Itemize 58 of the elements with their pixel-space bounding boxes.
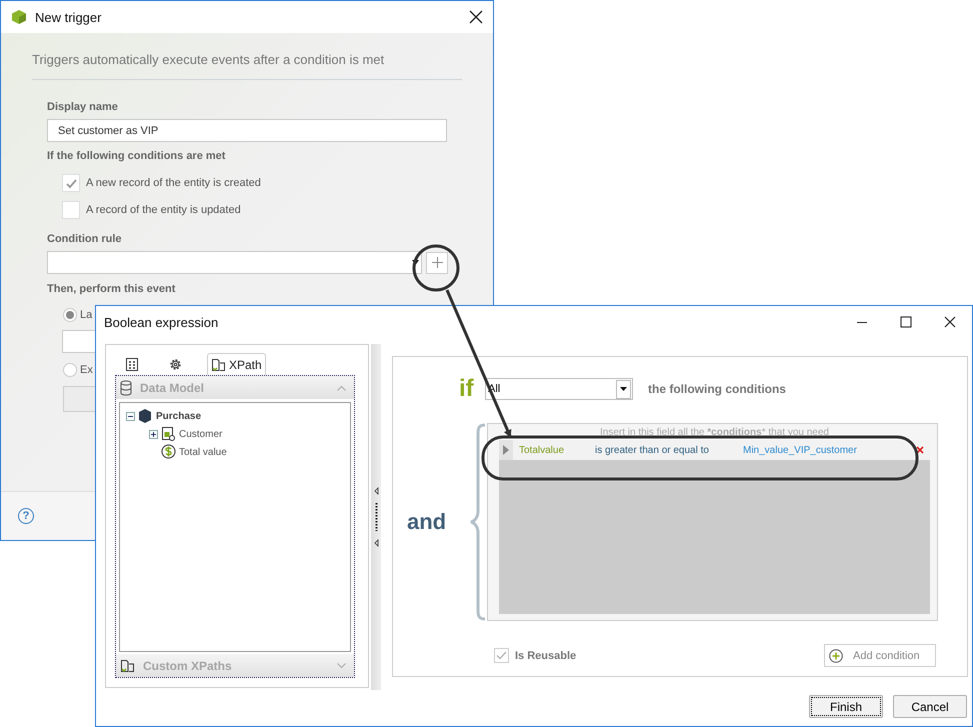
check-icon: [64, 178, 78, 188]
callout-circle: [412, 244, 460, 292]
dollar-icon: [161, 444, 176, 460]
cube-icon: [11, 9, 27, 25]
dialog-button[interactable]: Finish: [809, 695, 883, 718]
conditions-label: the following conditions: [648, 382, 786, 396]
section-label: Then, perform this event: [47, 283, 176, 295]
settings-icon: [168, 357, 183, 372]
tree-item[interactable]: Customer: [179, 428, 222, 440]
description-text: Triggers automatically execute events after a condition is met: [32, 52, 386, 67]
if-keyword: if: [459, 377, 475, 401]
splitter-handle[interactable]: [371, 344, 381, 690]
checkbox[interactable]: [494, 648, 509, 663]
grid-icon: [125, 357, 140, 372]
dropdown-field[interactable]: [47, 251, 422, 274]
tree-item[interactable]: Purchase: [156, 410, 202, 422]
document-icon: [211, 357, 226, 372]
dialog-button[interactable]: Cancel: [893, 695, 967, 718]
radio-label: La: [80, 309, 92, 321]
dropdown-arrow-icon: [620, 387, 627, 391]
add-button[interactable]: [426, 252, 448, 274]
input-field[interactable]: Set customer as VIP: [47, 119, 447, 142]
tab[interactable]: XPath: [207, 353, 266, 375]
plus-icon: [432, 257, 442, 268]
plus-icon: [829, 648, 843, 662]
database-icon: [120, 380, 132, 396]
radio-button[interactable]: [63, 363, 77, 377]
add-condition-button[interactable]: Add condition: [824, 644, 936, 667]
checkbox-label: A new record of the entity is created: [86, 177, 261, 189]
expand-icon[interactable]: [503, 445, 509, 455]
section-label: If the following conditions are met: [47, 150, 226, 162]
dropdown-arrow-icon: [412, 260, 419, 265]
toggle-icon[interactable]: [126, 412, 135, 420]
window-title: Boolean expression: [104, 314, 220, 330]
checkbox-label: Is Reusable: [515, 650, 576, 662]
table-icon: [161, 426, 176, 442]
toggle-icon[interactable]: [149, 430, 158, 438]
condition-row[interactable]: Totalvalue is greater than or equal to Min_value_VIP_customer: [499, 440, 930, 460]
checkbox[interactable]: [62, 174, 80, 192]
tree-item[interactable]: Total value: [179, 446, 227, 458]
and-keyword: and: [406, 509, 448, 535]
radio-label: Ex: [80, 364, 93, 376]
window-title: New trigger: [35, 10, 102, 24]
checkbox-label: A record of the entity is updated: [86, 204, 241, 216]
check-icon: [496, 651, 507, 660]
field-label: Display name: [47, 101, 119, 113]
close-icon[interactable]: [469, 10, 483, 24]
close-icon[interactable]: [944, 316, 956, 328]
condition-operator[interactable]: is greater than or equal to: [595, 444, 737, 456]
help-button[interactable]: ?: [18, 508, 34, 524]
checkbox[interactable]: [62, 201, 80, 219]
delete-icon[interactable]: [916, 446, 924, 454]
field-label: Condition rule: [47, 233, 123, 245]
document-icon: [120, 658, 135, 673]
maximize-icon[interactable]: [900, 316, 912, 328]
brace-icon: [469, 423, 487, 621]
hexagon-icon: [138, 408, 153, 424]
radio-button[interactable]: [63, 308, 77, 322]
